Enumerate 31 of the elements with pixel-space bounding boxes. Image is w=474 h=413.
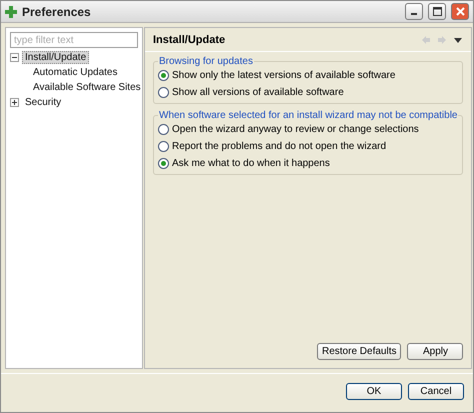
maximize-button[interactable] xyxy=(428,3,446,20)
restore-defaults-button[interactable]: Restore Defaults xyxy=(317,343,402,360)
ok-button[interactable]: OK xyxy=(346,383,402,400)
window-title: Preferences xyxy=(22,4,92,18)
apply-button[interactable]: Apply xyxy=(407,343,464,360)
radio-option[interactable]: Open the wizard anyway to review or change selections xyxy=(158,123,458,136)
tree-item[interactable]: Available Software Sites xyxy=(30,80,144,94)
radio-icon[interactable] xyxy=(158,158,169,169)
radio-option[interactable]: Report the problems and do not open the wizard xyxy=(158,140,458,153)
tree-item[interactable]: Security xyxy=(22,96,64,108)
radio-option[interactable]: Ask me what to do when it happens xyxy=(158,157,458,170)
cancel-button[interactable]: Cancel xyxy=(408,383,464,400)
group-title: Browsing for updates xyxy=(158,56,254,67)
maximize-icon xyxy=(432,7,442,16)
group-title: When software selected for an install wizard may not be compatible xyxy=(158,110,458,121)
tree-item[interactable]: Install/Update xyxy=(22,50,90,64)
expand-icon[interactable] xyxy=(10,98,19,106)
minimize-button[interactable] xyxy=(405,3,423,20)
close-icon xyxy=(456,7,464,16)
collapse-icon[interactable] xyxy=(10,52,19,62)
radio-icon[interactable] xyxy=(158,70,169,81)
plus-icon xyxy=(5,6,17,18)
radio-option[interactable]: Show only the latest versions of available software xyxy=(158,69,458,82)
radio-icon[interactable] xyxy=(158,87,169,98)
radio-option[interactable]: Show all versions of available software xyxy=(158,86,458,99)
page-title: Install/Update xyxy=(153,34,226,46)
radio-icon[interactable] xyxy=(158,141,169,152)
filter-field[interactable]: type filter text xyxy=(10,32,138,48)
radio-icon[interactable] xyxy=(158,124,169,135)
close-button[interactable] xyxy=(451,3,469,20)
tree-item[interactable]: Automatic Updates xyxy=(30,66,120,78)
